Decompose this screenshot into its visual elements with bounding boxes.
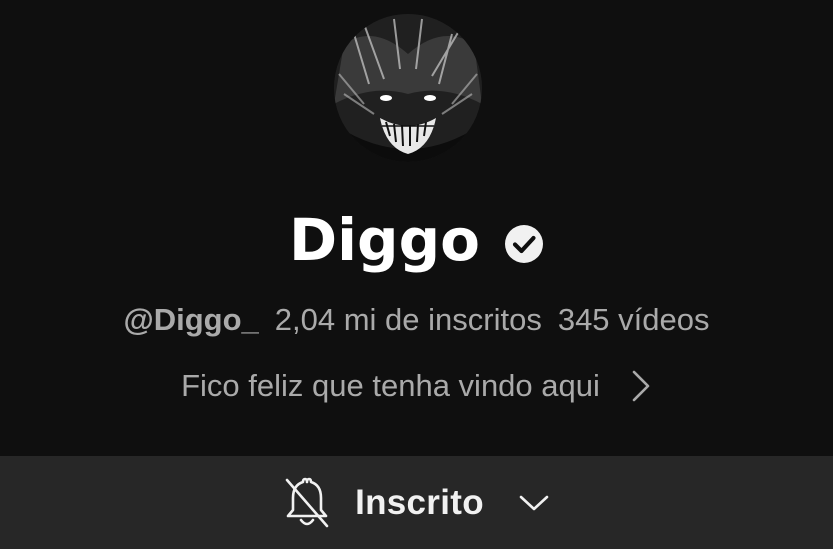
channel-meta: @Diggo_ 2,04 mi de inscritos 345 vídeos [0,300,833,340]
channel-description[interactable]: Fico feliz que tenha vindo aqui [0,366,833,406]
subscriber-count: 2,04 mi de inscritos [274,302,542,337]
chevron-right-icon [630,369,652,403]
avatar-image [334,14,482,162]
channel-name: Diggo [289,206,480,274]
video-count: 345 vídeos [557,302,710,337]
channel-handle: @Diggo_ [123,302,259,337]
verified-check-icon [504,224,544,264]
channel-avatar[interactable] [334,14,482,162]
bell-off-icon [283,476,331,530]
channel-name-row: Diggo [0,206,833,274]
subscribe-label: Inscrito [355,482,484,522]
chevron-down-icon [518,493,550,513]
subscribed-button[interactable]: Inscrito [0,456,833,549]
description-text: Fico feliz que tenha vindo aqui [181,368,600,403]
